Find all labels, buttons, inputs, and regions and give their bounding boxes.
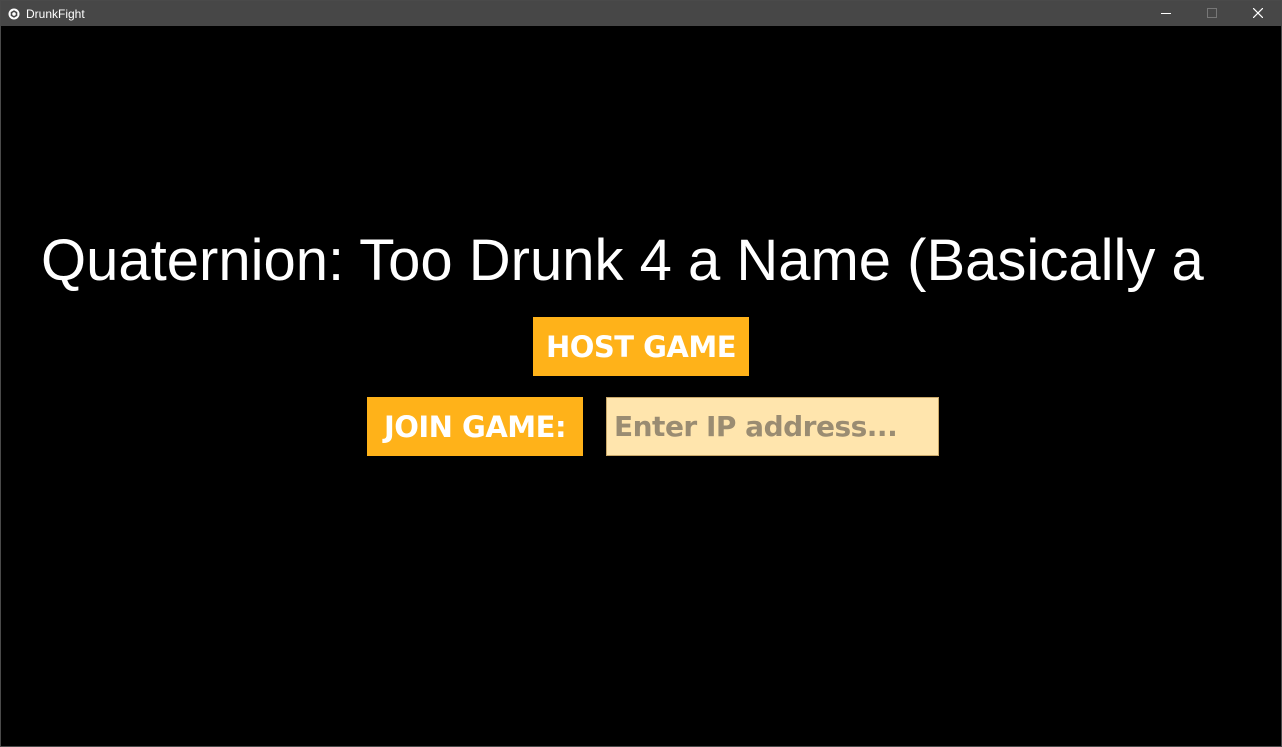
maximize-button[interactable] xyxy=(1189,1,1235,26)
window-title: DrunkFight xyxy=(26,6,85,21)
minimize-button[interactable] xyxy=(1143,1,1189,26)
ip-address-input[interactable] xyxy=(606,397,939,456)
close-icon xyxy=(1252,5,1264,23)
app-window: DrunkFight Quaternion: Too Drunk 4 a Nam… xyxy=(0,0,1282,747)
join-game-button[interactable]: JOIN GAME: xyxy=(367,397,583,456)
close-button[interactable] xyxy=(1235,1,1281,26)
host-game-button[interactable]: HOST GAME xyxy=(533,317,749,376)
game-viewport: Quaternion: Too Drunk 4 a Name (Basicall… xyxy=(1,26,1281,746)
game-title: Quaternion: Too Drunk 4 a Name (Basicall… xyxy=(41,228,1204,293)
title-bar[interactable]: DrunkFight xyxy=(1,1,1281,26)
window-controls xyxy=(1143,1,1281,26)
unity-logo-icon xyxy=(8,8,20,20)
maximize-icon xyxy=(1207,5,1217,23)
minimize-icon xyxy=(1161,5,1171,23)
